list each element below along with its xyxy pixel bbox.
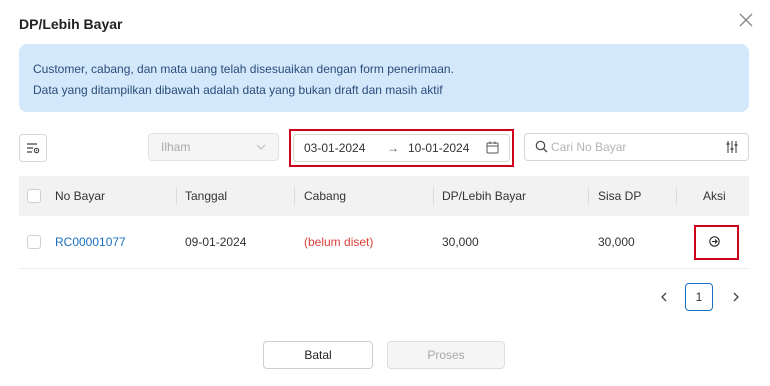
row-sisa-dp: 30,000 xyxy=(598,235,635,249)
column-settings-icon xyxy=(27,143,40,154)
alert-line-1: Customer, cabang, dan mata uang telah di… xyxy=(33,62,454,76)
col-no-bayar: No Bayar xyxy=(55,189,106,203)
date-from[interactable]: 03-01-2024 xyxy=(304,141,365,155)
select-all-checkbox[interactable] xyxy=(27,189,41,203)
sliders-icon[interactable] xyxy=(725,140,739,154)
cancel-button[interactable]: Batal xyxy=(263,341,373,369)
info-alert: Customer, cabang, dan mata uang telah di… xyxy=(19,44,749,112)
dp-table: No Bayar Tanggal Cabang DP/Lebih Bayar S… xyxy=(19,176,749,269)
close-icon[interactable] xyxy=(739,13,755,29)
chevron-down-icon xyxy=(256,144,266,150)
salesperson-select[interactable]: Ilham xyxy=(148,133,279,161)
date-range-arrow: → xyxy=(387,141,399,155)
select-value: Ilham xyxy=(161,140,191,154)
col-sisa-dp: Sisa DP xyxy=(598,189,642,203)
col-aksi: Aksi xyxy=(703,189,726,203)
search-box[interactable] xyxy=(524,133,749,161)
column-settings-button[interactable] xyxy=(19,134,47,162)
row-cabang: (belum diset) xyxy=(304,235,374,249)
date-range-picker[interactable]: 03-01-2024 → 10-01-2024 xyxy=(293,134,510,162)
no-bayar-link[interactable]: RC00001077 xyxy=(55,216,126,268)
col-dp-lebih-bayar: DP/Lebih Bayar xyxy=(442,189,527,203)
row-tanggal: 09-01-2024 xyxy=(185,235,247,249)
date-to[interactable]: 10-01-2024 xyxy=(408,141,469,155)
table-row: RC00001077 09-01-2024 (belum diset) 30,0… xyxy=(19,216,749,269)
process-button[interactable]: Proses xyxy=(387,341,505,369)
dialog-title: DP/Lebih Bayar xyxy=(19,16,123,32)
row-dp: 30,000 xyxy=(442,235,479,249)
col-tanggal: Tanggal xyxy=(185,189,228,203)
row-checkbox[interactable] xyxy=(27,235,41,249)
calendar-icon xyxy=(486,141,499,154)
search-input[interactable] xyxy=(551,138,711,156)
col-cabang: Cabang xyxy=(304,189,347,203)
arrow-right-circle-icon[interactable] xyxy=(709,236,720,247)
prev-page-icon[interactable] xyxy=(657,290,671,304)
search-icon xyxy=(535,140,548,153)
page-1-button[interactable]: 1 xyxy=(685,283,713,311)
alert-line-2: Data yang ditampilkan dibawah adalah dat… xyxy=(33,83,443,97)
table-header: No Bayar Tanggal Cabang DP/Lebih Bayar S… xyxy=(19,176,749,216)
next-page-icon[interactable] xyxy=(729,290,743,304)
